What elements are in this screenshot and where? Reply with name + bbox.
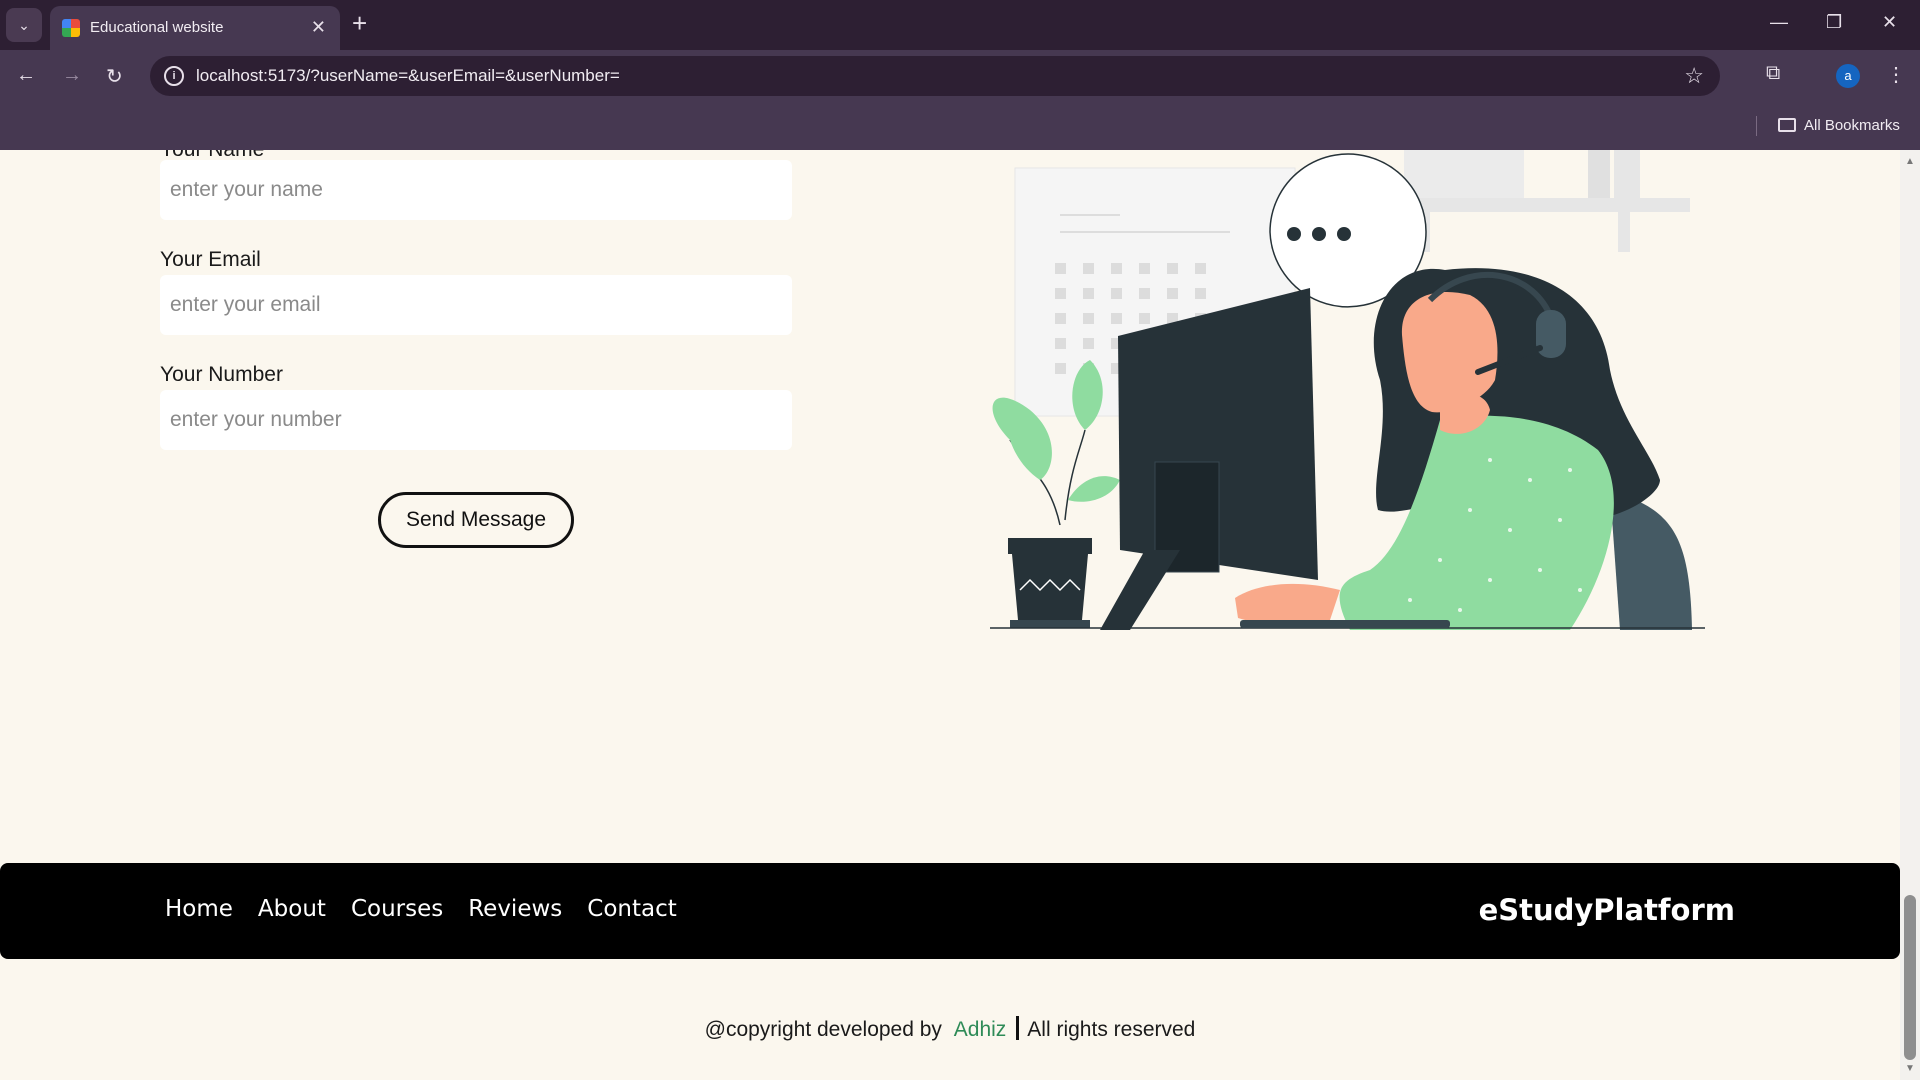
email-field-label: Your Email	[160, 248, 261, 271]
bookmark-star-icon[interactable]: ☆	[1684, 63, 1704, 89]
back-arrow-icon[interactable]: ←	[16, 64, 36, 87]
footer-link-courses[interactable]: Courses	[351, 896, 443, 922]
number-input[interactable]	[160, 390, 792, 450]
address-bar[interactable]: i localhost:5173/?userName=&userEmail=&u…	[150, 56, 1720, 96]
browser-menu-icon[interactable]: ⋮	[1886, 62, 1906, 87]
footer-link-reviews[interactable]: Reviews	[468, 896, 562, 922]
window-close-icon[interactable]: ✕	[1882, 12, 1897, 33]
chevron-down-icon: ⌄	[18, 16, 30, 33]
copyright-divider	[1016, 1016, 1020, 1040]
send-message-button[interactable]: Send Message	[378, 492, 574, 548]
footer-nav: Home About Courses Reviews Contact	[165, 896, 677, 922]
email-input[interactable]	[160, 275, 792, 335]
footer-link-about[interactable]: About	[258, 896, 326, 922]
footer-link-contact[interactable]: Contact	[587, 896, 676, 922]
name-input[interactable]	[160, 160, 792, 220]
favicon-icon	[62, 19, 80, 37]
site-info-icon[interactable]: i	[164, 66, 184, 86]
bookmarks-divider	[1756, 116, 1757, 136]
scrollbar-thumb[interactable]	[1904, 895, 1916, 1060]
page-viewport: Your Name Your Email Your Number Send Me…	[0, 150, 1900, 1080]
footer-bar: Home About Courses Reviews Contact eStud…	[0, 863, 1900, 959]
scroll-up-arrow-icon[interactable]: ▲	[1905, 156, 1915, 167]
minimize-icon[interactable]: —	[1770, 12, 1788, 33]
browser-tab-bar: ⌄ Educational website ✕ + — ❐ ✕	[0, 0, 1920, 50]
copyright-notice: @copyright developed by Adhiz All rights …	[0, 1016, 1900, 1042]
new-tab-plus-icon[interactable]: +	[352, 10, 367, 36]
all-bookmarks-label[interactable]: All Bookmarks	[1804, 117, 1900, 134]
scroll-down-arrow-icon[interactable]: ▼	[1905, 1063, 1915, 1074]
browser-toolbar: ← → ↻ i localhost:5173/?userName=&userEm…	[0, 50, 1920, 102]
forward-arrow-icon[interactable]: →	[62, 64, 82, 87]
support-agent-illustration	[990, 150, 1705, 630]
reload-icon[interactable]: ↻	[106, 64, 123, 89]
tab-search-button[interactable]: ⌄	[6, 8, 42, 42]
browser-tab-active[interactable]: Educational website ✕	[50, 6, 340, 50]
tab-title: Educational website	[90, 19, 224, 36]
restore-icon[interactable]: ❐	[1826, 12, 1842, 33]
copyright-prefix: @copyright developed by	[704, 1018, 942, 1041]
number-field-label: Your Number	[160, 363, 283, 386]
folder-icon[interactable]	[1778, 118, 1796, 132]
extensions-puzzle-icon[interactable]: ⧉	[1766, 62, 1780, 85]
footer-brand-logo: eStudyPlatform	[1478, 893, 1735, 927]
page-scrollbar[interactable]: ▲ ▼	[1900, 150, 1920, 1080]
bookmarks-bar: All Bookmarks	[0, 102, 1920, 150]
copyright-suffix: All rights reserved	[1027, 1018, 1196, 1041]
author-link[interactable]: Adhiz	[954, 1018, 1007, 1041]
profile-avatar[interactable]: a	[1836, 64, 1860, 88]
close-icon[interactable]: ✕	[311, 17, 326, 38]
footer-link-home[interactable]: Home	[165, 896, 233, 922]
url-text[interactable]: localhost:5173/?userName=&userEmail=&use…	[196, 66, 620, 86]
